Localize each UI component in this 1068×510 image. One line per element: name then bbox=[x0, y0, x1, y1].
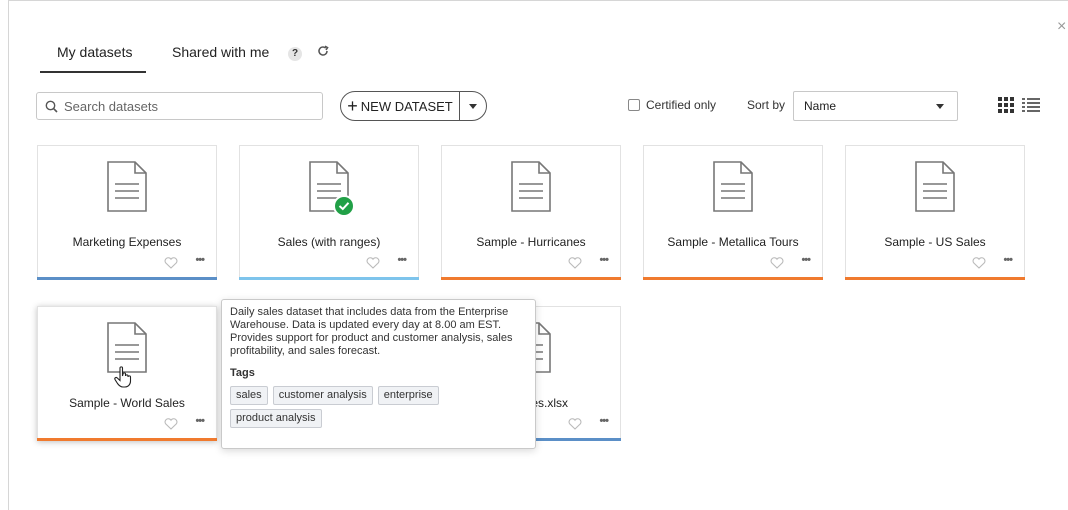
favorite-icon[interactable] bbox=[972, 257, 986, 269]
card-title: Sample - Metallica Tours bbox=[667, 235, 799, 249]
hand-pointer-icon bbox=[114, 366, 132, 388]
certified-only-checkbox[interactable] bbox=[628, 99, 640, 111]
more-options-icon[interactable]: ••• bbox=[195, 415, 205, 427]
dataset-card[interactable]: Sales (with ranges) ••• bbox=[239, 145, 419, 280]
tooltip-description: Daily sales dataset that includes data f… bbox=[230, 306, 513, 357]
sort-select[interactable]: Name bbox=[793, 91, 958, 121]
new-dataset-dropdown[interactable] bbox=[460, 103, 486, 109]
tooltip-tag-list: sales customer analysis enterprise produ… bbox=[230, 386, 460, 432]
tooltip-tags-label: Tags bbox=[230, 367, 255, 379]
grid-view-icon[interactable] bbox=[998, 97, 1014, 118]
more-options-icon[interactable]: ••• bbox=[1003, 254, 1013, 266]
document-icon bbox=[511, 161, 551, 212]
tab-my-datasets[interactable]: My datasets bbox=[57, 44, 132, 60]
tag-chip[interactable]: product analysis bbox=[230, 409, 322, 428]
card-color-bar bbox=[37, 438, 217, 441]
new-dataset-label: NEW DATASET bbox=[360, 98, 453, 114]
favorite-icon[interactable] bbox=[568, 257, 582, 269]
card-color-bar bbox=[239, 277, 419, 280]
dataset-card[interactable]: Sample - Hurricanes ••• bbox=[441, 145, 621, 280]
dataset-card[interactable]: Sample - Metallica Tours ••• bbox=[643, 145, 823, 280]
search-input[interactable] bbox=[64, 98, 304, 114]
chevron-down-icon bbox=[936, 104, 944, 109]
tag-chip[interactable]: sales bbox=[230, 386, 268, 405]
sort-select-value: Name bbox=[804, 99, 837, 113]
document-icon bbox=[107, 161, 147, 212]
card-color-bar bbox=[37, 277, 217, 280]
search-box[interactable] bbox=[36, 92, 323, 120]
more-options-icon[interactable]: ••• bbox=[801, 254, 811, 266]
card-color-bar bbox=[441, 277, 621, 280]
dataset-card[interactable]: Sample - US Sales ••• bbox=[845, 145, 1025, 280]
card-title: Sample - World Sales bbox=[69, 396, 185, 410]
card-title: Sales (with ranges) bbox=[277, 235, 381, 249]
document-icon bbox=[713, 161, 753, 212]
certified-check-icon bbox=[333, 195, 355, 217]
tab-shared-with-me[interactable]: Shared with me bbox=[172, 44, 269, 60]
close-icon[interactable]: × bbox=[1057, 18, 1066, 36]
tag-chip[interactable]: customer analysis bbox=[272, 386, 373, 405]
help-icon[interactable]: ? bbox=[288, 47, 302, 61]
document-icon bbox=[915, 161, 955, 212]
card-color-bar bbox=[845, 277, 1025, 280]
favorite-icon[interactable] bbox=[164, 418, 178, 430]
refresh-icon[interactable] bbox=[316, 44, 330, 58]
dataset-card[interactable]: Marketing Expenses ••• bbox=[37, 145, 217, 280]
card-title: Sample - US Sales bbox=[884, 235, 986, 249]
chevron-down-icon bbox=[469, 103, 477, 109]
more-options-icon[interactable]: ••• bbox=[599, 254, 609, 266]
card-title: Sample - Hurricanes bbox=[476, 235, 586, 249]
new-dataset-button[interactable]: + NEW DATASET bbox=[341, 92, 460, 120]
dataset-card[interactable]: Sample - World Sales ••• bbox=[37, 306, 217, 441]
plus-icon: + bbox=[347, 96, 358, 116]
sort-by-label: Sort by bbox=[747, 98, 786, 112]
favorite-icon[interactable] bbox=[164, 257, 178, 269]
certified-only-label: Certified only bbox=[646, 98, 717, 112]
more-options-icon[interactable]: ••• bbox=[397, 254, 407, 266]
favorite-icon[interactable] bbox=[366, 257, 380, 269]
favorite-icon[interactable] bbox=[770, 257, 784, 269]
card-title: Marketing Expenses bbox=[72, 235, 182, 249]
search-icon bbox=[45, 100, 58, 113]
tag-chip[interactable]: enterprise bbox=[377, 386, 439, 405]
active-tab-indicator bbox=[40, 71, 146, 73]
dataset-tooltip: Daily sales dataset that includes data f… bbox=[221, 299, 536, 449]
favorite-icon[interactable] bbox=[568, 418, 582, 430]
new-dataset-split-button: + NEW DATASET bbox=[340, 91, 487, 121]
more-options-icon[interactable]: ••• bbox=[195, 254, 205, 266]
certified-only-filter[interactable]: Certified only bbox=[628, 98, 716, 112]
card-color-bar bbox=[643, 277, 823, 280]
more-options-icon[interactable]: ••• bbox=[599, 415, 609, 427]
list-view-icon[interactable] bbox=[1022, 97, 1040, 118]
